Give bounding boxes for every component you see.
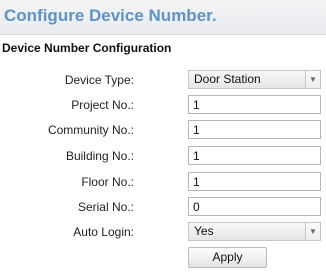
community-no-row: Community No.:: [0, 119, 326, 141]
auto-login-label: Auto Login:: [73, 225, 134, 239]
floor-no-label: Floor No.:: [81, 175, 134, 189]
floor-no-row: Floor No.:: [0, 171, 326, 193]
page-header: Configure Device Number.: [0, 0, 326, 35]
serial-no-row: Serial No.:: [0, 196, 326, 218]
building-no-input[interactable]: [188, 146, 321, 165]
project-no-label: Project No.:: [71, 98, 134, 112]
building-no-row: Building No.:: [0, 145, 326, 167]
device-type-label: Device Type:: [64, 73, 134, 87]
floor-no-input[interactable]: [188, 172, 321, 191]
community-no-input[interactable]: [188, 120, 321, 139]
auto-login-value: Yes: [194, 224, 214, 238]
apply-button[interactable]: Apply: [188, 247, 267, 268]
serial-no-label: Serial No.:: [77, 200, 134, 214]
device-type-value: Door Station: [194, 72, 261, 86]
chevron-down-icon[interactable]: ▼: [305, 71, 320, 88]
device-type-select[interactable]: Door Station ▼: [188, 70, 321, 89]
project-no-row: Project No.:: [0, 94, 326, 116]
auto-login-row: Auto Login: Yes ▼: [0, 221, 326, 243]
auto-login-select[interactable]: Yes ▼: [188, 222, 321, 241]
page-title: Configure Device Number.: [4, 6, 217, 25]
chevron-down-icon[interactable]: ▼: [305, 223, 320, 240]
section-title: Device Number Configuration: [2, 41, 172, 55]
device-type-row: Device Type: Door Station ▼: [0, 69, 326, 91]
community-no-label: Community No.:: [47, 123, 134, 137]
serial-no-input[interactable]: [188, 197, 321, 216]
project-no-input[interactable]: [188, 95, 321, 114]
building-no-label: Building No.:: [65, 149, 134, 163]
